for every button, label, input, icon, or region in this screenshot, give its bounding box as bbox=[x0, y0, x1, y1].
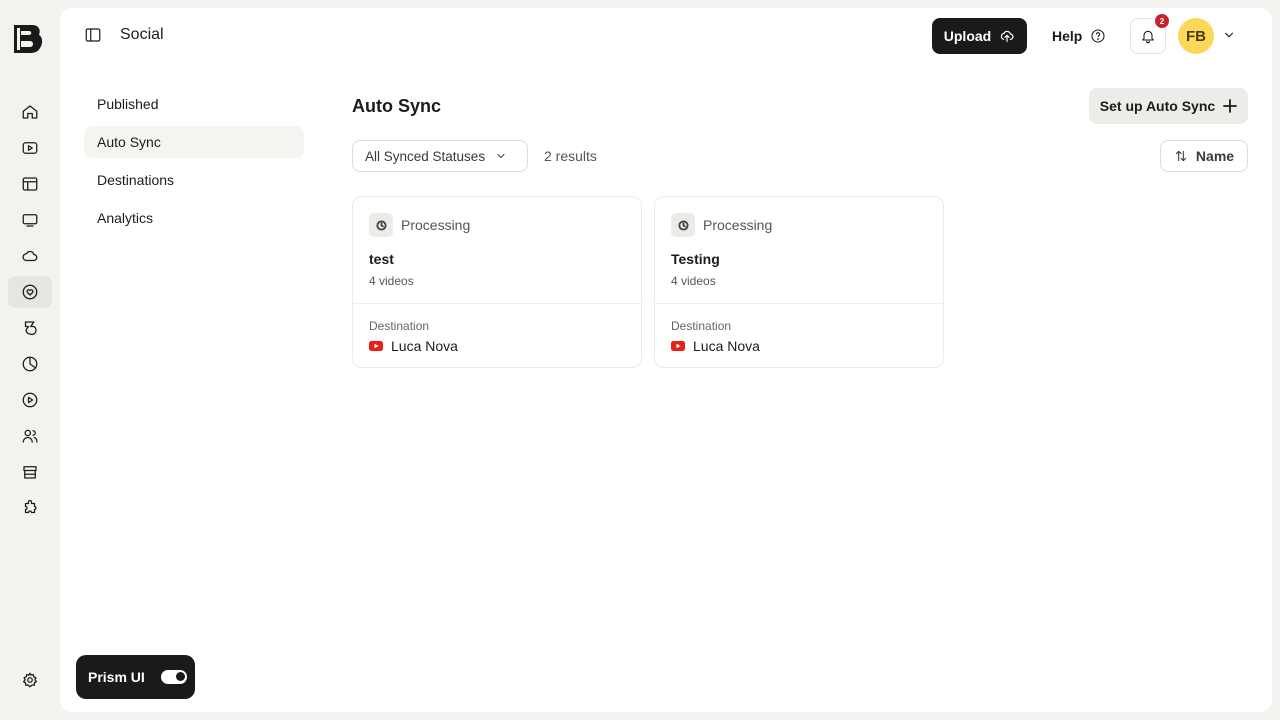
rail-layout[interactable] bbox=[8, 168, 52, 200]
cloud-icon bbox=[22, 250, 38, 262]
setup-auto-sync-button[interactable]: Set up Auto Sync bbox=[1089, 88, 1248, 124]
heart-circle-icon bbox=[22, 284, 38, 300]
rail-cloud[interactable] bbox=[8, 240, 52, 272]
users-icon bbox=[22, 429, 38, 443]
brand-logo-icon[interactable] bbox=[12, 22, 44, 56]
setup-auto-sync-label: Set up Auto Sync bbox=[1099, 98, 1216, 114]
rail-home[interactable] bbox=[8, 96, 52, 128]
notifications-button[interactable]: 2 bbox=[1130, 14, 1169, 54]
sort-arrows-icon bbox=[1175, 150, 1187, 162]
main-panel: Social Upload Help 2 FB Published Auto S… bbox=[60, 8, 1272, 712]
auto-sync-card[interactable]: Processing test 4 videos Destination Luc… bbox=[352, 196, 642, 368]
rail-monitor[interactable] bbox=[8, 204, 52, 236]
card-name: test bbox=[369, 251, 394, 267]
status-filter-dropdown[interactable]: All Synced Statuses bbox=[352, 140, 528, 172]
help-button[interactable]: Help bbox=[1040, 18, 1118, 54]
puzzle-icon bbox=[24, 499, 37, 514]
subnav-item-destinations[interactable]: Destinations bbox=[84, 164, 304, 196]
card-status: Processing bbox=[369, 213, 470, 237]
card-status-label: Processing bbox=[401, 217, 471, 233]
help-button-label: Help bbox=[1052, 28, 1083, 44]
video-play-icon bbox=[22, 142, 38, 154]
subnav-item-label: Destinations bbox=[97, 172, 175, 188]
rail-settings[interactable] bbox=[8, 664, 52, 696]
rail-play[interactable] bbox=[8, 384, 52, 416]
status-filter-label: All Synced Statuses bbox=[365, 148, 486, 164]
brand-icon bbox=[24, 321, 37, 336]
home-icon bbox=[22, 105, 38, 119]
prism-ui-toggle-panel: Prism UI bbox=[76, 655, 195, 699]
question-circle-icon bbox=[1091, 29, 1105, 43]
clock-icon bbox=[369, 213, 393, 237]
user-avatar[interactable]: FB bbox=[1178, 18, 1214, 54]
card-destination-name: Luca Nova bbox=[391, 338, 458, 354]
card-destination-label: Destination bbox=[369, 319, 430, 333]
chevron-down-icon bbox=[1224, 32, 1234, 38]
card-divider bbox=[353, 303, 641, 304]
card-video-count: 4 videos bbox=[671, 274, 716, 288]
sidebar-panel-icon bbox=[85, 28, 101, 42]
rail-analytics[interactable] bbox=[8, 348, 52, 380]
sort-button[interactable]: Name bbox=[1160, 140, 1248, 172]
prism-ui-label: Prism UI bbox=[88, 669, 145, 685]
switch-knob bbox=[175, 672, 185, 681]
storefront-icon bbox=[23, 466, 37, 479]
rail-brand[interactable] bbox=[8, 312, 52, 344]
card-name: Testing bbox=[671, 251, 720, 267]
card-destination: Luca Nova bbox=[671, 338, 760, 354]
rail-videos[interactable] bbox=[8, 132, 52, 164]
sidebar-toggle-button[interactable] bbox=[84, 26, 104, 46]
account-menu-toggle[interactable] bbox=[1222, 28, 1238, 44]
card-status-label: Processing bbox=[703, 217, 773, 233]
subnav-item-analytics[interactable]: Analytics bbox=[84, 202, 304, 234]
subnav-item-label: Analytics bbox=[97, 210, 154, 226]
rail-social[interactable] bbox=[8, 276, 52, 308]
pie-chart-icon bbox=[22, 356, 38, 372]
page-title: Auto Sync bbox=[352, 96, 442, 116]
card-destination-name: Luca Nova bbox=[693, 338, 760, 354]
card-divider bbox=[655, 303, 943, 304]
youtube-icon bbox=[671, 341, 685, 351]
youtube-icon bbox=[369, 341, 383, 351]
clock-icon bbox=[671, 213, 695, 237]
card-destination-label: Destination bbox=[671, 319, 732, 333]
gear-icon bbox=[22, 672, 38, 688]
notification-count-badge: 2 bbox=[1155, 14, 1169, 28]
cloud-upload-icon bbox=[1001, 30, 1014, 42]
rail-integrations[interactable] bbox=[8, 492, 52, 524]
auto-sync-card[interactable]: Processing Testing 4 videos Destination … bbox=[654, 196, 944, 368]
left-rail bbox=[0, 0, 60, 720]
subnav-item-label: Published bbox=[97, 96, 159, 112]
card-destination: Luca Nova bbox=[369, 338, 458, 354]
bell-icon bbox=[1142, 30, 1154, 44]
subnav-item-auto-sync[interactable]: Auto Sync bbox=[84, 126, 304, 158]
subnav-item-published[interactable]: Published bbox=[84, 88, 304, 120]
sort-button-label: Name bbox=[1195, 148, 1235, 164]
chevron-down-icon bbox=[497, 154, 505, 158]
layout-icon bbox=[22, 177, 38, 191]
play-circle-icon bbox=[22, 392, 38, 408]
card-video-count: 4 videos bbox=[369, 274, 414, 288]
upload-button[interactable]: Upload bbox=[932, 18, 1027, 54]
card-status: Processing bbox=[671, 213, 772, 237]
monitor-icon bbox=[22, 214, 38, 227]
plus-icon bbox=[1223, 99, 1238, 113]
rail-store[interactable] bbox=[8, 456, 52, 488]
page-section-title: Social bbox=[120, 26, 164, 43]
subnav-item-label: Auto Sync bbox=[97, 134, 161, 150]
rail-users[interactable] bbox=[8, 420, 52, 452]
prism-ui-switch[interactable] bbox=[160, 670, 187, 684]
results-count: 2 results bbox=[544, 148, 597, 164]
upload-button-label: Upload bbox=[943, 28, 992, 44]
